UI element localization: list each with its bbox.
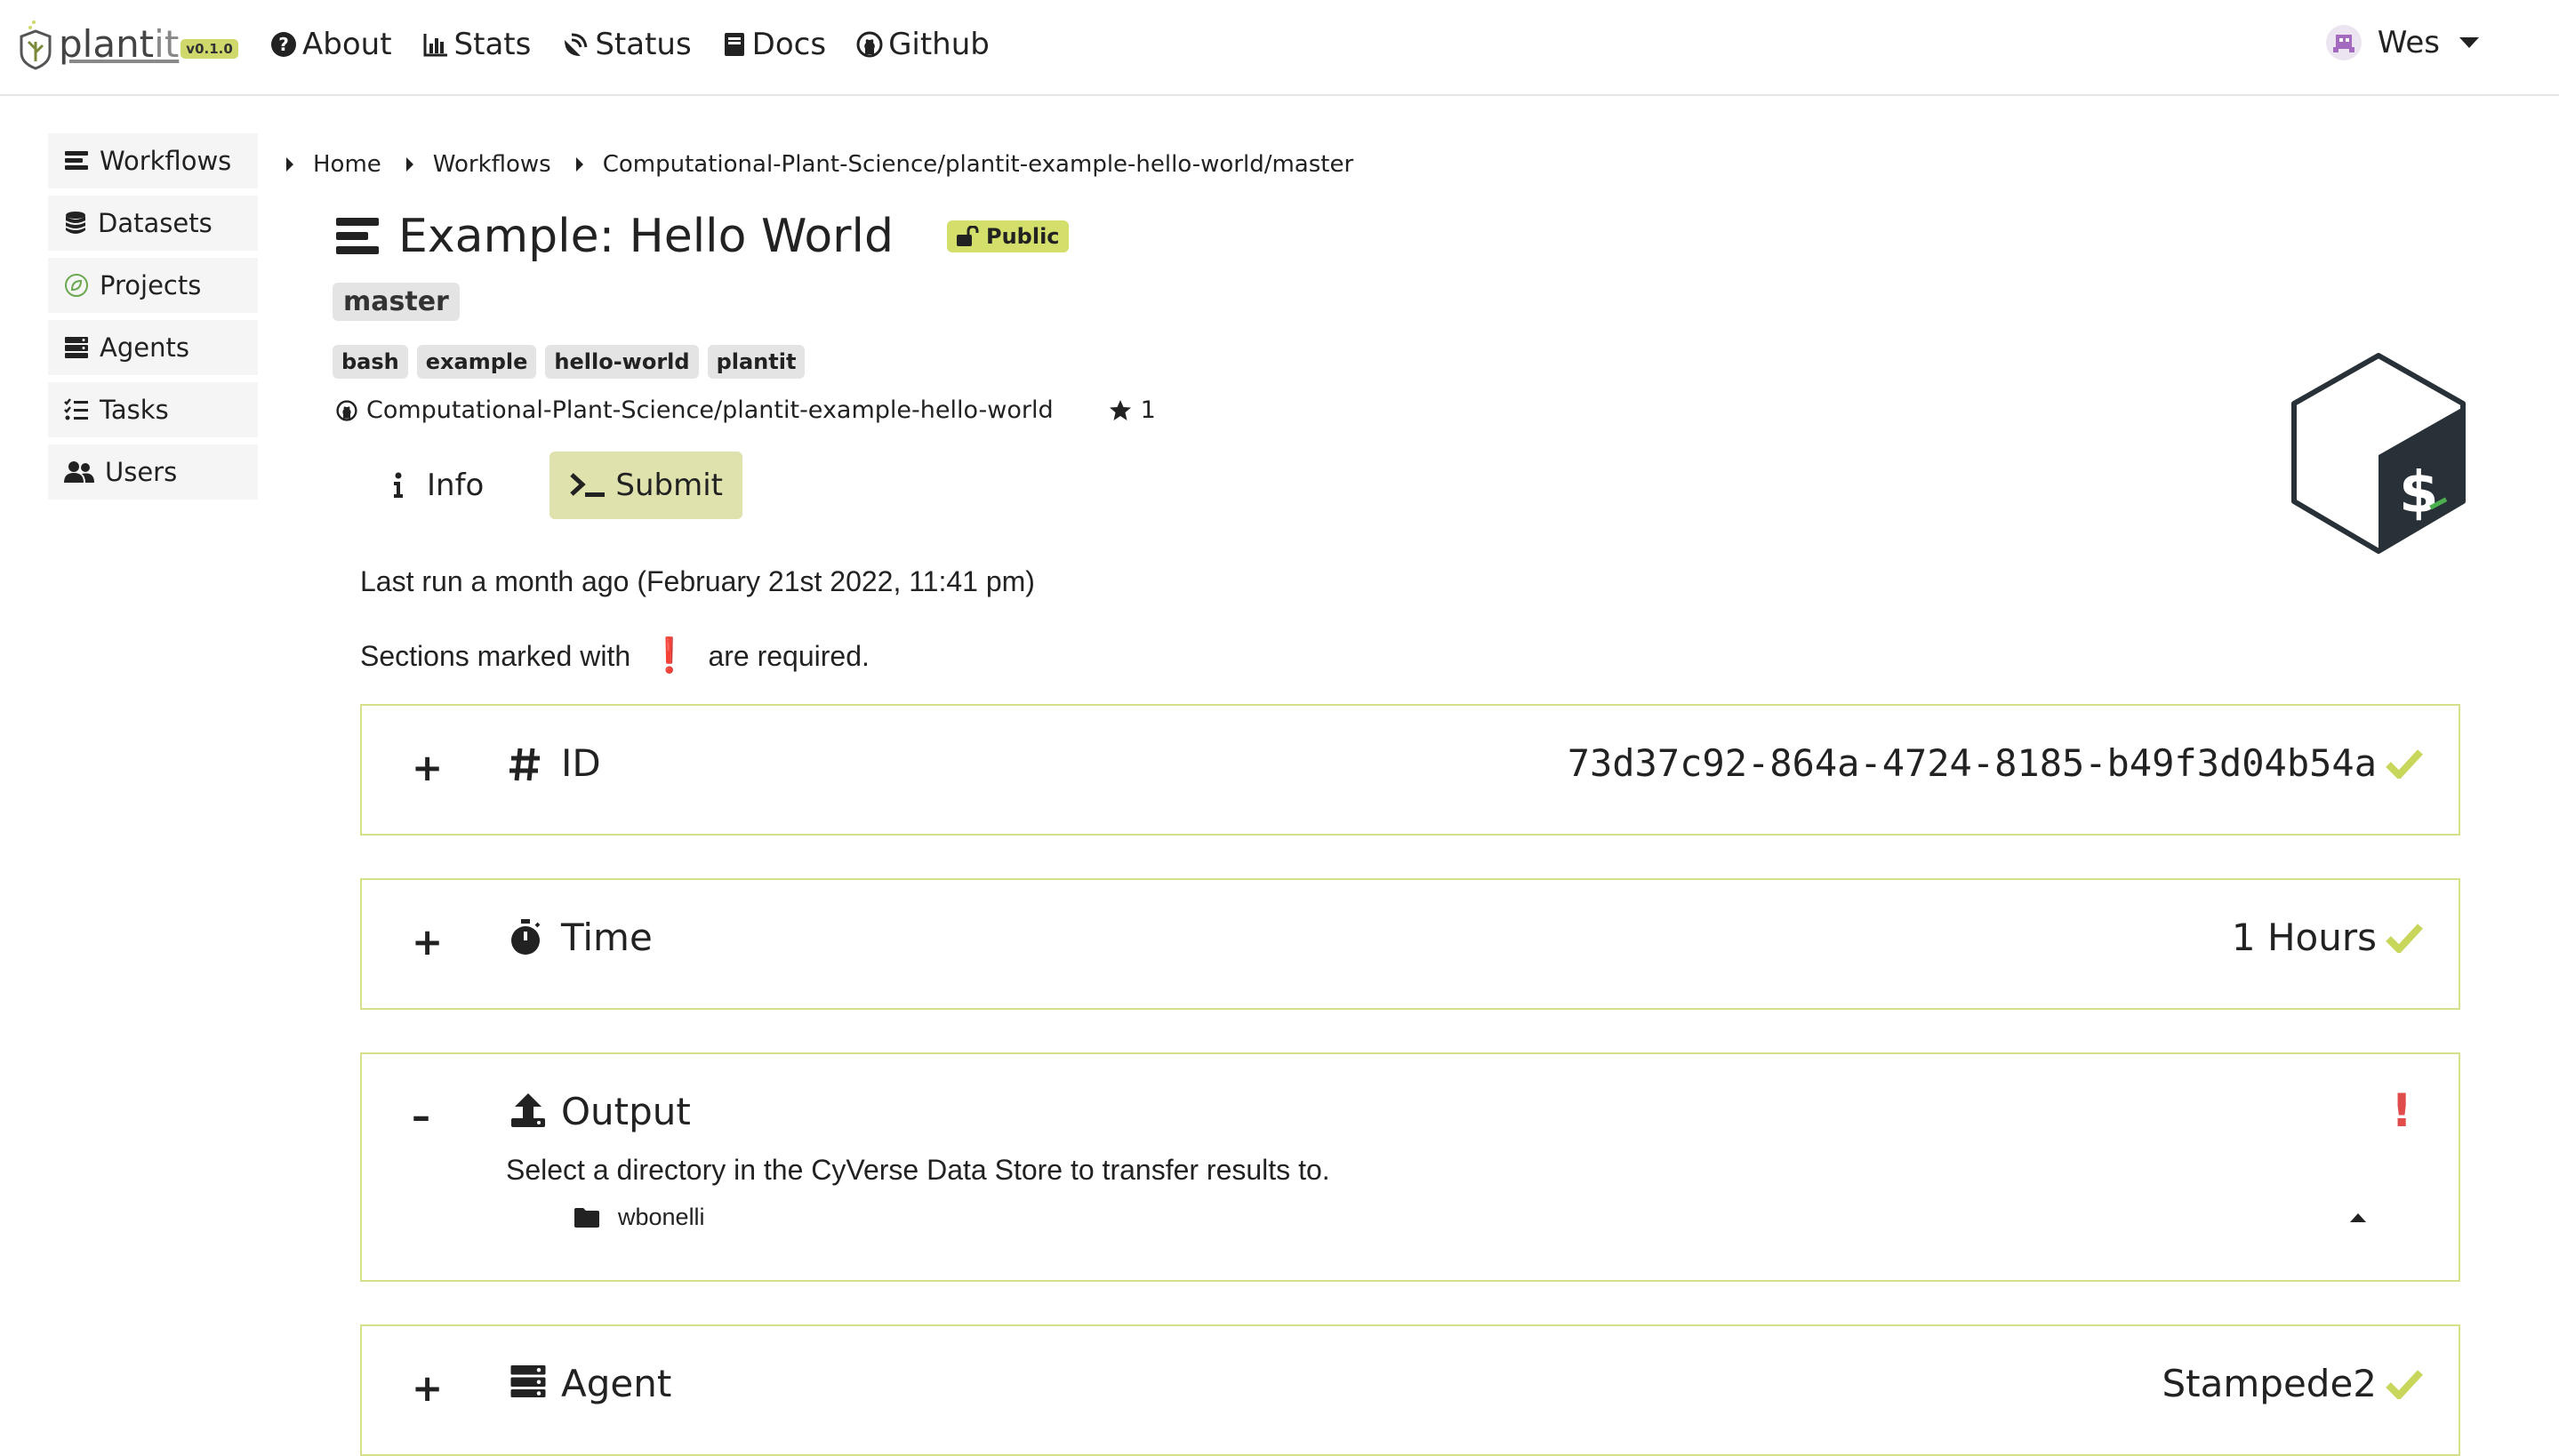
github-icon — [856, 31, 883, 58]
bash-terminal-icon: $ — [2291, 353, 2466, 554]
book-icon — [724, 33, 744, 56]
tag: bash — [333, 345, 408, 379]
hashtag-icon — [509, 748, 540, 781]
check-icon — [2386, 1370, 2423, 1399]
sidebar-item-datasets[interactable]: Datasets — [48, 196, 258, 251]
breadcrumb-home[interactable]: Home — [313, 151, 381, 178]
users-icon — [64, 461, 94, 483]
tag: example — [416, 345, 537, 379]
terminal-icon — [570, 473, 606, 497]
sidebar-item-projects[interactable]: Projects — [48, 258, 258, 313]
nav-stats[interactable]: Stats — [422, 27, 531, 62]
folder-icon — [574, 1207, 599, 1228]
visibility-badge: Public — [947, 220, 1069, 252]
star-icon — [1109, 399, 1131, 420]
version-badge: v0.1.0 — [180, 39, 238, 59]
expand-toggle[interactable]: + — [412, 1366, 443, 1410]
tab-info[interactable]: Info — [372, 452, 503, 519]
section-title: Agent — [561, 1362, 672, 1405]
database-icon — [65, 212, 86, 234]
nav-docs[interactable]: Docs — [722, 27, 826, 62]
section-output[interactable]: – Output ! Select a directory in the CyV… — [360, 1052, 2460, 1282]
chevron-up-icon[interactable] — [2350, 1213, 2366, 1222]
bar-chart-icon — [423, 34, 447, 57]
section-title: Time — [561, 916, 653, 959]
top-navbar: plantit v0.1.0 ? About Stats Status Docs… — [0, 0, 2559, 96]
question-circle-icon: ? — [271, 32, 296, 57]
tag-list: bash example hello-world plantit — [333, 345, 806, 379]
workflow-header: Example: Hello World Public — [336, 210, 1069, 263]
check-icon — [2386, 924, 2423, 953]
caret-right-icon — [286, 157, 293, 172]
last-run-text: Last run a month ago (February 21st 2022… — [360, 565, 1035, 597]
server-icon — [510, 1365, 546, 1397]
section-value: 73d37c92-864a-4724-8185-b49f3d04b54a — [1567, 741, 2377, 785]
user-menu[interactable]: Wes — [2325, 25, 2479, 60]
collapse-toggle[interactable]: – — [412, 1094, 430, 1138]
unlock-icon — [957, 226, 979, 246]
breadcrumb: Home Workflows Computational-Plant-Scien… — [281, 151, 1353, 178]
bars-icon — [336, 218, 379, 254]
repo-info: Computational-Plant-Science/plantit-exam… — [336, 396, 1156, 424]
github-icon — [336, 399, 357, 421]
bash-logo: $ — [2287, 352, 2470, 560]
section-value: Stampede2 — [2162, 1362, 2378, 1405]
section-agent[interactable]: + Agent Stampede2 — [360, 1324, 2460, 1456]
breadcrumb-workflows[interactable]: Workflows — [433, 151, 551, 178]
caret-right-icon — [575, 157, 583, 172]
sidebar-item-users[interactable]: Users — [48, 444, 258, 500]
sidebar-item-agents[interactable]: Agents — [48, 320, 258, 375]
page-title: Example: Hello World — [398, 210, 894, 263]
bars-icon — [65, 151, 88, 170]
section-title: ID — [561, 741, 601, 785]
avatar — [2325, 25, 2362, 60]
required-note: Sections marked with ❗ are required. — [360, 637, 870, 675]
sidebar: Workflows Datasets Projects Agents Tasks… — [48, 133, 258, 507]
tab-bar: Info Submit — [372, 452, 742, 519]
server-icon — [65, 337, 88, 358]
required-exclamation-icon: ! — [2391, 1084, 2412, 1138]
required-exclamation-icon: ❗ — [648, 637, 691, 675]
tab-submit[interactable]: Submit — [550, 452, 742, 519]
username: Wes — [2377, 25, 2440, 60]
breadcrumb-current[interactable]: Computational-Plant-Science/plantit-exam… — [603, 151, 1353, 178]
stopwatch-icon — [511, 919, 541, 955]
check-icon — [2386, 749, 2423, 779]
caret-right-icon — [405, 157, 413, 172]
leaf-circle-icon — [65, 274, 88, 297]
section-value: 1 Hours — [2231, 916, 2377, 959]
satellite-dish-icon — [565, 33, 588, 56]
repo-link[interactable]: Computational-Plant-Science/plantit-exam… — [366, 396, 1054, 424]
branch-badge: master — [333, 283, 460, 321]
nav-github[interactable]: Github — [856, 27, 990, 62]
expand-toggle[interactable]: + — [412, 920, 443, 964]
alien-avatar-icon — [2332, 35, 2354, 52]
directory-tree-item[interactable]: wbonelli — [574, 1204, 705, 1231]
nav-status[interactable]: Status — [561, 27, 692, 62]
expand-toggle[interactable]: + — [412, 746, 443, 789]
upload-icon — [511, 1093, 545, 1127]
svg-text:$: $ — [2399, 460, 2439, 526]
logo-text: plantit — [59, 21, 180, 66]
section-id[interactable]: + ID 73d37c92-864a-4724-8185-b49f3d04b54… — [360, 704, 2460, 836]
tasks-list-icon — [64, 398, 88, 420]
nav-links: ? About Stats Status Docs Github — [270, 27, 990, 62]
section-description: Select a directory in the CyVerse Data S… — [506, 1154, 1330, 1186]
sidebar-item-tasks[interactable]: Tasks — [48, 382, 258, 437]
svg-text:?: ? — [278, 34, 289, 55]
info-icon — [394, 472, 403, 498]
sidebar-item-workflows[interactable]: Workflows — [48, 133, 258, 188]
leaf-shield-icon — [20, 20, 52, 70]
nav-about[interactable]: ? About — [270, 27, 392, 62]
chevron-down-icon — [2459, 37, 2479, 48]
section-title: Output — [561, 1090, 691, 1133]
section-time[interactable]: + Time 1 Hours — [360, 878, 2460, 1010]
tag: plantit — [707, 345, 806, 379]
star-count: 1 — [1109, 396, 1156, 424]
tag: hello-world — [545, 345, 699, 379]
plantit-logo[interactable]: plantit v0.1.0 — [18, 12, 238, 75]
